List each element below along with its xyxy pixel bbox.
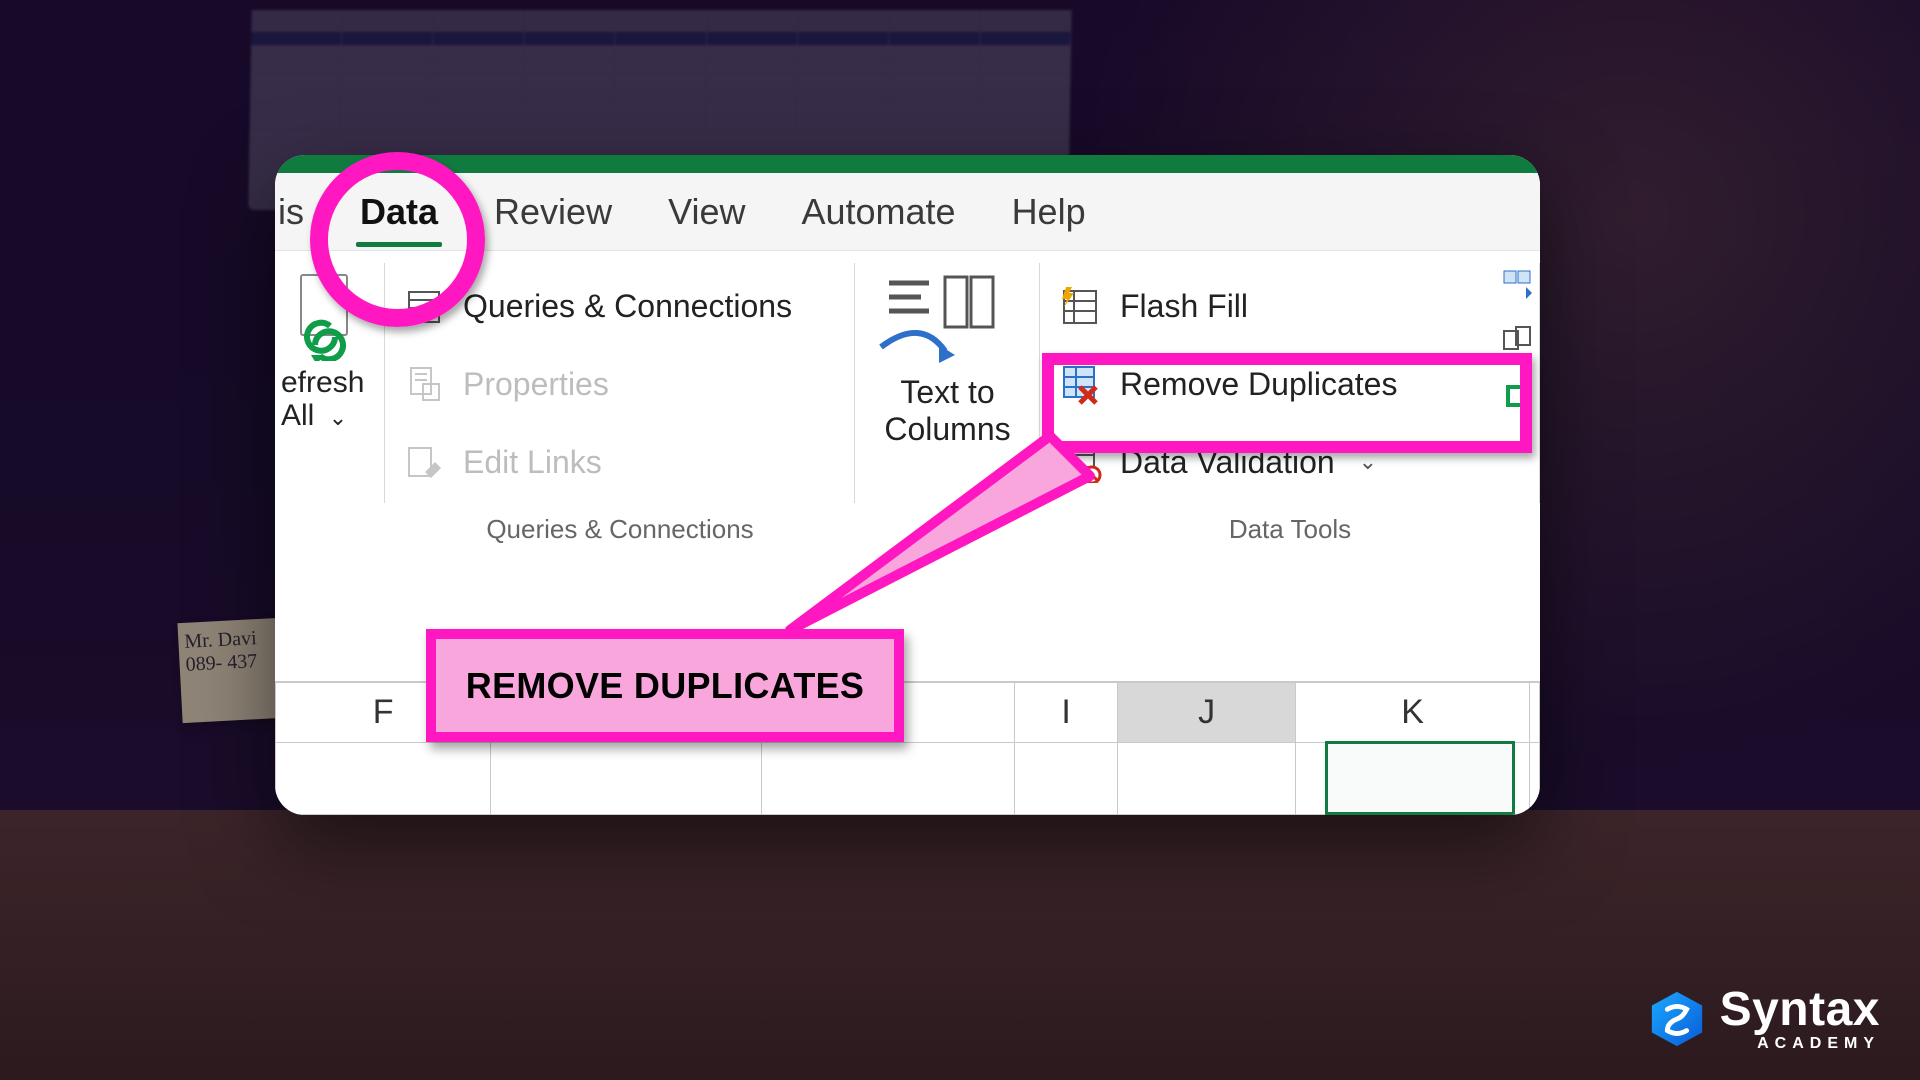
tab-view[interactable]: View — [664, 185, 749, 239]
relationships-icon[interactable] — [1502, 325, 1532, 355]
flash-fill-label: Flash Fill — [1120, 288, 1248, 325]
tab-help[interactable]: Help — [1008, 185, 1090, 239]
group-label-data-tools: Data Tools — [1040, 514, 1540, 545]
tab-review[interactable]: Review — [490, 185, 616, 239]
chevron-down-icon[interactable]: ⌄ — [329, 405, 347, 430]
annotation-callout-box: REMOVE DUPLICATES — [426, 629, 904, 742]
watermark-brand: Syntax ACADEMY — [1648, 986, 1880, 1052]
background-desk — [0, 810, 1920, 1080]
properties-button: Properties — [405, 345, 835, 423]
brand-subname: ACADEMY — [1720, 1036, 1880, 1052]
flash-fill-icon — [1060, 285, 1102, 327]
edit-links-label: Edit Links — [463, 444, 602, 481]
refresh-label-line1: efresh — [281, 366, 364, 399]
ttc-label-line1: Text to — [900, 374, 994, 410]
text-to-columns-icon[interactable] — [875, 273, 995, 363]
properties-icon — [405, 364, 445, 404]
tab-automate[interactable]: Automate — [797, 185, 959, 239]
tab-formulas-partial[interactable]: is — [275, 185, 308, 239]
annotation-callout-text: REMOVE DUPLICATES — [466, 665, 864, 707]
consolidate-icon[interactable] — [1502, 269, 1532, 299]
column-header[interactable] — [1530, 683, 1540, 743]
flash-fill-button[interactable]: Flash Fill — [1060, 267, 1520, 345]
edit-links-icon — [405, 442, 445, 482]
refresh-all-button[interactable]: efresh All ⌄ — [281, 366, 365, 432]
column-header[interactable]: J — [1118, 683, 1296, 743]
syntax-logo-icon — [1648, 990, 1706, 1048]
window-titlebar — [275, 155, 1540, 173]
column-header[interactable]: K — [1296, 683, 1530, 743]
brand-name: Syntax — [1720, 986, 1880, 1034]
queries-connections-label: Queries & Connections — [463, 288, 792, 325]
annotation-circle-data-tab — [310, 152, 485, 327]
column-header[interactable]: I — [1014, 683, 1117, 743]
annotation-rect-remove-duplicates — [1042, 353, 1532, 453]
refresh-label-line2: All — [281, 399, 314, 432]
properties-label: Properties — [463, 366, 609, 403]
